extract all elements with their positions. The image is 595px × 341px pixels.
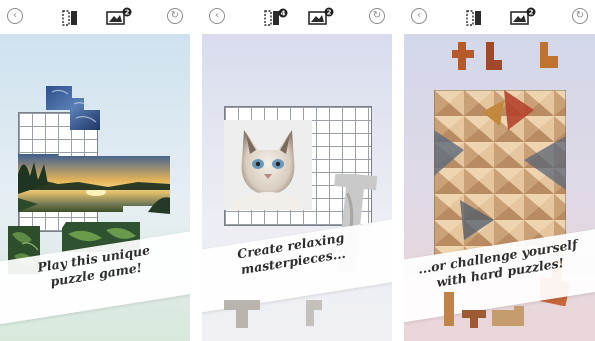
image-count-text: 2	[327, 9, 332, 17]
puzzle-board: ...or challenge yourself with hard puzzl…	[404, 34, 595, 341]
hint-icon[interactable]	[62, 7, 86, 27]
image-icon[interactable]: 2	[510, 7, 536, 27]
top-toolbar: ‹ 2 ↻	[404, 0, 595, 34]
hint-icon[interactable]: 4	[264, 7, 288, 27]
puzzle-piece-bottom-3[interactable]	[492, 306, 526, 330]
puzzle-board: Create relaxing masterpieces...	[202, 34, 392, 341]
back-icon[interactable]: ‹	[7, 8, 23, 24]
image-icon[interactable]: 2	[308, 7, 334, 27]
hint-icon[interactable]	[466, 7, 490, 27]
image-count-text: 2	[529, 9, 534, 17]
back-icon[interactable]: ‹	[209, 8, 225, 24]
puzzle-piece-loose-1[interactable]	[224, 300, 264, 330]
image-count-text: 2	[125, 9, 130, 17]
top-toolbar: ‹ 4 2 ↻	[202, 0, 392, 34]
refresh-icon[interactable]: ↻	[369, 8, 385, 24]
puzzle-picture-sunset	[18, 154, 170, 214]
image-icon[interactable]: 2	[106, 7, 132, 27]
refresh-icon[interactable]: ↻	[167, 8, 183, 24]
top-toolbar: ‹ 2 ↻	[0, 0, 190, 34]
puzzle-piece-sky[interactable]	[46, 86, 102, 132]
back-icon[interactable]: ‹	[411, 8, 427, 24]
puzzle-piece-top-2[interactable]	[486, 42, 504, 72]
screenshot-panel-3: ‹ 2 ↻ ...or challenge yourself with hard…	[404, 0, 595, 341]
hint-count-text: 4	[281, 10, 286, 18]
screenshot-panel-1: ‹ 2 ↻ Play this unique puzzle game!	[0, 0, 190, 341]
puzzle-piece-top-1[interactable]	[452, 42, 478, 72]
refresh-icon[interactable]: ↻	[572, 8, 588, 24]
screenshot-panel-2: ‹ 4 2 ↻ Create relaxing masterpieces...	[202, 0, 392, 341]
puzzle-piece-bottom-2[interactable]	[462, 310, 488, 330]
puzzle-piece-bottom-1[interactable]	[440, 292, 460, 328]
puzzle-picture-cat	[224, 120, 312, 210]
puzzle-piece-top-3[interactable]	[536, 42, 560, 72]
puzzle-piece-loose-2[interactable]	[306, 300, 326, 328]
puzzle-picture-origami	[434, 90, 566, 256]
puzzle-board: Play this unique puzzle game!	[0, 34, 190, 341]
